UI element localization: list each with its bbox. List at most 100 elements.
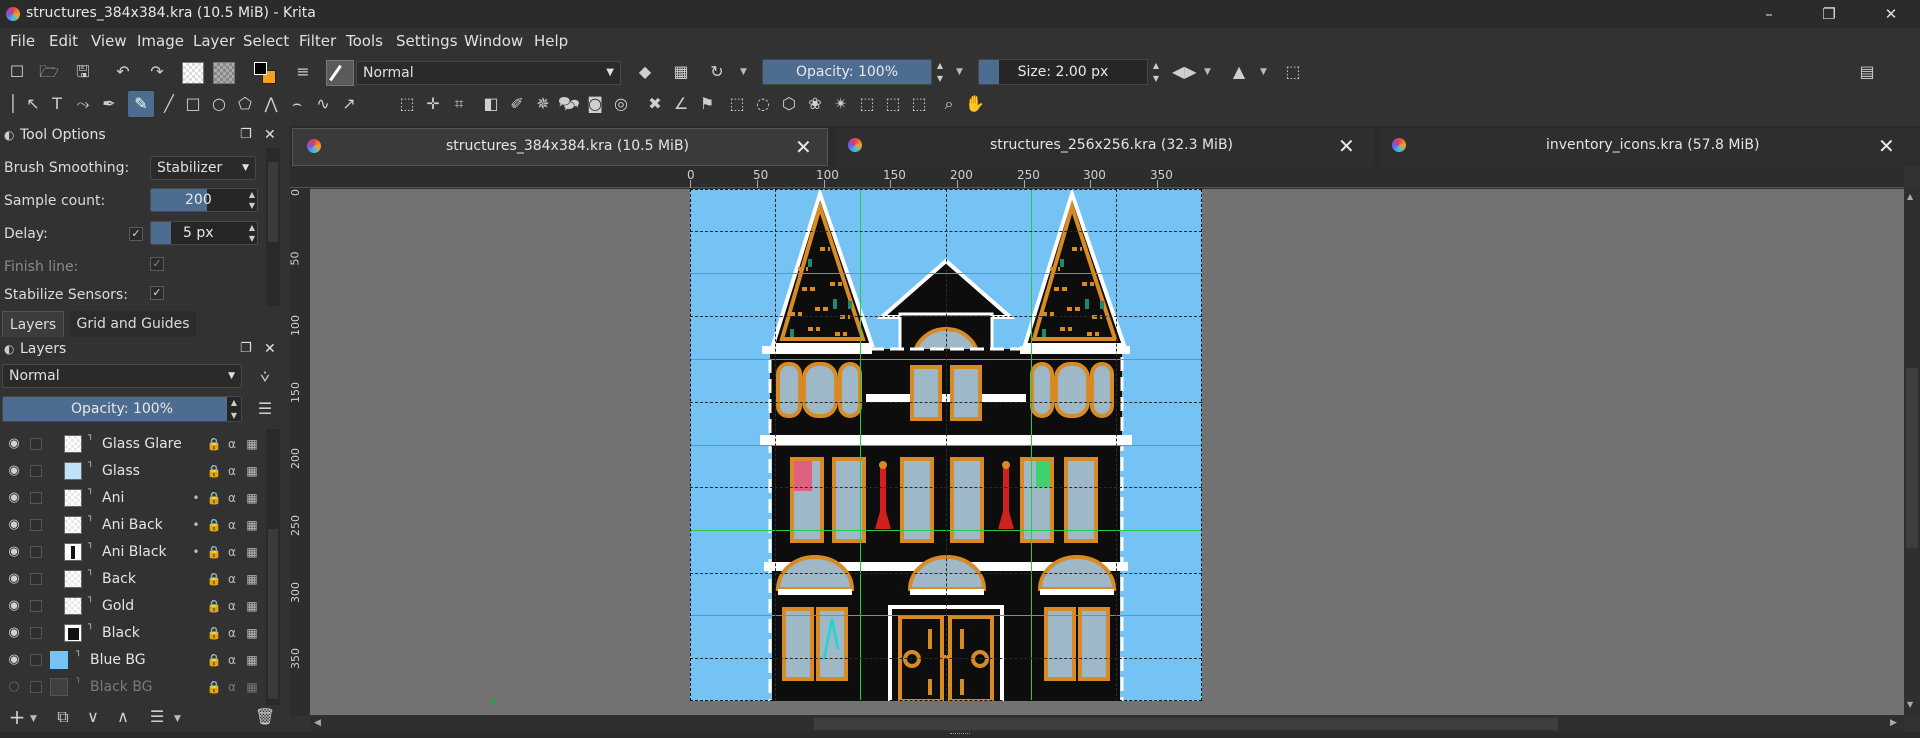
animation-icon[interactable]: •: [188, 544, 204, 560]
fill-tool-icon[interactable]: 🗫: [558, 93, 580, 115]
crop-tool-icon[interactable]: ⌗: [448, 93, 470, 115]
visibility-eye-icon[interactable]: ◉: [6, 517, 22, 533]
polyline-tool-icon[interactable]: ⋀: [260, 93, 282, 115]
alpha-lock-icon[interactable]: ▦: [244, 598, 260, 614]
chevron-down-icon[interactable]: ▼: [1260, 67, 1267, 77]
magic-wand-icon[interactable]: ✴: [830, 93, 852, 115]
lock-icon[interactable]: 🔒: [206, 544, 222, 560]
scroll-right-icon[interactable]: ▶: [1890, 718, 1897, 728]
hidden-eye-icon[interactable]: ○: [6, 679, 22, 695]
alpha-lock-icon[interactable]: ▦: [244, 652, 260, 668]
chevron-down-icon[interactable]: ▼: [174, 714, 181, 724]
close-tab-icon[interactable]: ✕: [1338, 134, 1355, 158]
pan-tool-icon[interactable]: ✋: [964, 93, 986, 115]
alpha-lock-icon[interactable]: ▦: [244, 436, 260, 452]
close-tab-icon[interactable]: ✕: [795, 135, 812, 159]
alpha-lock-icon[interactable]: ▦: [670, 61, 692, 83]
animation-icon[interactable]: •: [188, 517, 204, 533]
delay-checkbox[interactable]: ✓: [129, 227, 143, 241]
dock-float-icon[interactable]: ◐: [4, 124, 14, 146]
layer-row[interactable]: ◉ ┐ Ani • 🔒 α ▦: [0, 485, 262, 512]
layer-list-scrollbar[interactable]: [266, 429, 280, 705]
scroll-up-icon[interactable]: ▲: [1907, 192, 1913, 201]
menu-view[interactable]: View: [91, 32, 127, 50]
animation-icon[interactable]: •: [188, 490, 204, 506]
polygon-tool-icon[interactable]: ⬠: [234, 93, 256, 115]
freehand-select-icon[interactable]: ❀: [804, 93, 826, 115]
delay-spinbox[interactable]: 5 px ▲ ▼: [150, 221, 258, 245]
visibility-eye-icon[interactable]: ◉: [6, 436, 22, 452]
mirror-vertical-icon[interactable]: ▲: [1228, 61, 1250, 83]
open-folder-icon[interactable]: 🗁: [38, 61, 60, 83]
visibility-eye-icon[interactable]: ◉: [6, 463, 22, 479]
spinner-arrows[interactable]: ▲ ▼: [249, 222, 255, 244]
visibility-eye-icon[interactable]: ◉: [6, 652, 22, 668]
layer-select-checkbox[interactable]: [30, 438, 42, 450]
chevron-down-icon[interactable]: ▼: [956, 67, 963, 77]
zoom-tool-icon[interactable]: ⌕: [938, 93, 960, 115]
brush-settings-icon[interactable]: ≡: [292, 61, 314, 83]
move-layer-up-icon[interactable]: ∧: [112, 706, 134, 728]
freehand-path-icon[interactable]: ∿: [312, 93, 334, 115]
alpha-lock-icon[interactable]: ▦: [244, 625, 260, 641]
gradient-tool-icon[interactable]: ◧: [480, 93, 502, 115]
move-tool-icon[interactable]: ✛: [422, 93, 444, 115]
layer-row[interactable]: ◉ ┐ Black 🔒 α ▦: [0, 620, 262, 647]
horizontal-scroll-thumb[interactable]: [814, 718, 1558, 730]
vertical-scrollbar[interactable]: ▲ ▼: [1904, 188, 1920, 716]
alpha-inherit-icon[interactable]: α: [224, 652, 240, 668]
visibility-eye-icon[interactable]: ◉: [6, 544, 22, 560]
layer-row[interactable]: ◉ ┐ Back 🔒 α ▦: [0, 566, 262, 593]
layer-select-checkbox[interactable]: [30, 465, 42, 477]
menu-image[interactable]: Image: [137, 32, 184, 50]
layer-menu-icon[interactable]: ☰: [254, 398, 276, 420]
mirror-horizontal-icon[interactable]: ◀▶: [1172, 61, 1197, 83]
eraser-icon[interactable]: ◆: [634, 61, 656, 83]
alpha-inherit-icon[interactable]: α: [224, 517, 240, 533]
lock-icon[interactable]: 🔒: [206, 652, 222, 668]
lock-icon[interactable]: 🔒: [206, 598, 222, 614]
lock-icon[interactable]: 🔒: [206, 463, 222, 479]
layer-opacity-slider[interactable]: Opacity: 100%: [2, 396, 242, 422]
lock-icon[interactable]: 🔒: [206, 436, 222, 452]
chevron-down-icon[interactable]: ▼: [1204, 67, 1211, 77]
alpha-lock-icon[interactable]: ▦: [244, 544, 260, 560]
alpha-lock-icon[interactable]: ▦: [244, 571, 260, 587]
reload-preset-icon[interactable]: ↻: [706, 61, 728, 83]
tool-options-scrollbar[interactable]: [266, 148, 280, 306]
tab-grid-and-guides[interactable]: Grid and Guides: [70, 311, 196, 337]
visibility-eye-icon[interactable]: ◉: [6, 490, 22, 506]
layer-properties-icon[interactable]: ☰: [146, 706, 168, 728]
layer-select-checkbox[interactable]: [30, 627, 42, 639]
line-tool-icon[interactable]: ╱: [158, 93, 180, 115]
alpha-inherit-icon[interactable]: α: [224, 598, 240, 614]
doc-tab-structures-256[interactable]: structures_256x256.kra (32.3 MiB) ✕: [836, 128, 1374, 166]
blend-mode-select[interactable]: Normal ▼: [356, 61, 621, 85]
tab-layers[interactable]: Layers: [2, 311, 64, 337]
alpha-inherit-icon[interactable]: α: [224, 544, 240, 560]
splitter-handle[interactable]: [950, 733, 970, 735]
layer-select-checkbox[interactable]: [30, 681, 42, 693]
doc-tab-structures-384[interactable]: structures_384x384.kra (10.5 MiB) ✕: [292, 128, 828, 166]
lock-icon[interactable]: 🔒: [206, 571, 222, 587]
text-tool-icon[interactable]: T: [46, 93, 68, 115]
menu-layer[interactable]: Layer: [193, 32, 235, 50]
layer-select-checkbox[interactable]: [30, 492, 42, 504]
color-picker-icon[interactable]: ✐: [506, 93, 528, 115]
alpha-inherit-icon[interactable]: α: [224, 625, 240, 641]
layer-row[interactable]: ◉ ┐ Blue BG 🔒 α ▦: [0, 647, 262, 674]
layer-row[interactable]: ◉ ┐ Ani Back • 🔒 α ▦: [0, 512, 262, 539]
float-panel-icon[interactable]: ❐: [240, 338, 252, 360]
alpha-inherit-icon[interactable]: α: [224, 679, 240, 695]
menu-tools[interactable]: Tools: [346, 32, 383, 50]
lock-icon[interactable]: 🔒: [206, 679, 222, 695]
size-spinner-arrows[interactable]: ▲ ▼: [1150, 59, 1162, 85]
smart-patch-icon[interactable]: ✵: [532, 93, 554, 115]
reference-images-icon[interactable]: ⚑: [696, 93, 718, 115]
brush-smoothing-select[interactable]: Stabilizer ▼: [150, 156, 256, 180]
float-panel-icon[interactable]: ❐: [240, 124, 252, 146]
edit-shapes-icon[interactable]: ⤳: [72, 93, 94, 115]
size-slider[interactable]: Size: 2.00 px: [978, 59, 1148, 85]
redo-icon[interactable]: ↷: [146, 61, 168, 83]
layer-row[interactable]: ◉ ┐ Ani Black • 🔒 α ▦: [0, 539, 262, 566]
